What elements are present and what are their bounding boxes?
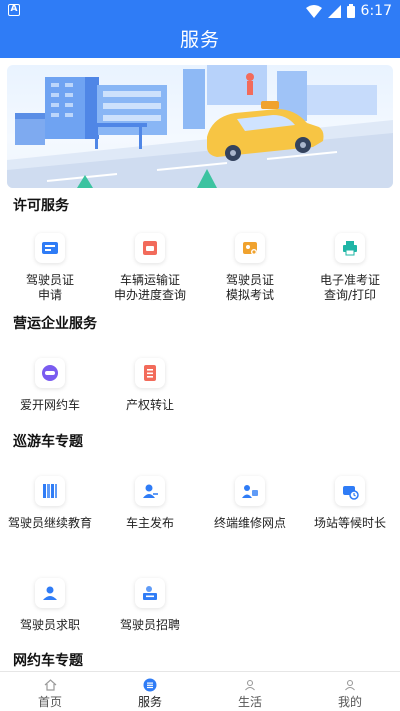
tile-aikai-ride-hailing[interactable]: 爱开网约车 bbox=[0, 358, 100, 418]
nav-label: 我的 bbox=[337, 695, 362, 709]
nav-label: 首页 bbox=[37, 695, 62, 709]
clock: 6:17 bbox=[360, 3, 392, 19]
tile-label: 驾驶员证 模拟考试 bbox=[225, 273, 274, 302]
tile-mock-exam[interactable]: 驾驶员证 模拟考试 bbox=[200, 233, 300, 303]
tile-repair-outlets[interactable]: 终端维修网点 bbox=[200, 476, 300, 536]
status-bar: A 6:17 bbox=[0, 0, 400, 22]
section-title-license: 许可服务 bbox=[13, 198, 69, 214]
vehicle-certificate-icon bbox=[135, 233, 165, 263]
tile-label: 驾驶员招聘 bbox=[119, 618, 180, 632]
nav-label: 生活 bbox=[237, 695, 262, 709]
city-taxi-illustration bbox=[7, 65, 393, 188]
driver-license-icon bbox=[35, 233, 65, 263]
section-title-cruise-taxi: 巡游车专题 bbox=[13, 434, 83, 450]
section-title-ride-hailing: 网约车专题 bbox=[13, 653, 83, 669]
signal-icon bbox=[327, 4, 341, 18]
ride-hailing-icon bbox=[35, 358, 65, 388]
page-title: 服务 bbox=[179, 29, 220, 51]
tile-label: 驾驶员继续教育 bbox=[7, 516, 92, 530]
tile-label: 电子准考证 查询/打印 bbox=[319, 273, 380, 302]
tile-driver-license-apply[interactable]: 驾驶员证 申请 bbox=[0, 233, 100, 303]
tile-label: 场站等候时长 bbox=[313, 516, 386, 530]
tile-vehicle-cert-progress[interactable]: 车辆运输证 申办进度查询 bbox=[100, 233, 200, 303]
tile-label: 驾驶员证 申请 bbox=[25, 273, 74, 302]
app-root: { "status_bar": { "left_icon": "A", "tim… bbox=[0, 0, 400, 711]
tile-label: 爱开网约车 bbox=[19, 398, 80, 412]
tile-owner-publish[interactable]: 车主发布 bbox=[100, 476, 200, 536]
tile-label: 车辆运输证 申办进度查询 bbox=[113, 273, 186, 302]
nav-service[interactable]: 服务 bbox=[100, 672, 200, 711]
notification-a-icon: A bbox=[8, 4, 20, 16]
tile-label: 产权转让 bbox=[125, 398, 174, 412]
nav-profile[interactable]: 我的 bbox=[300, 672, 400, 711]
section-title-enterprise: 营运企业服务 bbox=[13, 316, 97, 332]
mock-exam-icon bbox=[235, 233, 265, 263]
repair-icon bbox=[235, 476, 265, 506]
app-header: 服务 bbox=[0, 22, 400, 58]
books-icon bbox=[35, 476, 65, 506]
recruitment-icon bbox=[135, 578, 165, 608]
profile-icon bbox=[343, 678, 357, 692]
tile-label: 车主发布 bbox=[125, 516, 174, 530]
status-right: 6:17 bbox=[305, 2, 392, 20]
printer-icon bbox=[335, 233, 365, 263]
nav-home[interactable]: 首页 bbox=[0, 672, 100, 711]
banner-image[interactable] bbox=[7, 65, 393, 188]
nav-life[interactable]: 生活 bbox=[200, 672, 300, 711]
home-icon bbox=[43, 678, 57, 692]
property-transfer-icon bbox=[135, 358, 165, 388]
owner-publish-icon bbox=[135, 476, 165, 506]
nav-label: 服务 bbox=[137, 695, 162, 709]
tile-driver-job-seeking[interactable]: 驾驶员求职 bbox=[0, 578, 100, 638]
tile-driver-continuing-education[interactable]: 驾驶员继续教育 bbox=[0, 476, 100, 536]
bottom-nav: 首页 服务 生活 我的 bbox=[0, 671, 400, 711]
life-icon bbox=[243, 678, 257, 692]
job-seeker-icon bbox=[35, 578, 65, 608]
tile-station-wait-time[interactable]: 场站等候时长 bbox=[300, 476, 400, 536]
service-content[interactable]: 许可服务 驾驶员证 申请 车辆运输证 申办进度查询 驾驶员证 模拟考试 电子准考… bbox=[0, 58, 400, 671]
battery-icon bbox=[346, 4, 355, 18]
service-icon bbox=[143, 678, 157, 692]
tile-label: 终端维修网点 bbox=[213, 516, 286, 530]
wifi-icon bbox=[305, 4, 322, 18]
tile-driver-recruitment[interactable]: 驾驶员招聘 bbox=[100, 578, 200, 638]
tile-property-transfer[interactable]: 产权转让 bbox=[100, 358, 200, 418]
tile-e-admission-print[interactable]: 电子准考证 查询/打印 bbox=[300, 233, 400, 303]
tile-label: 驾驶员求职 bbox=[19, 618, 80, 632]
station-wait-icon bbox=[335, 476, 365, 506]
